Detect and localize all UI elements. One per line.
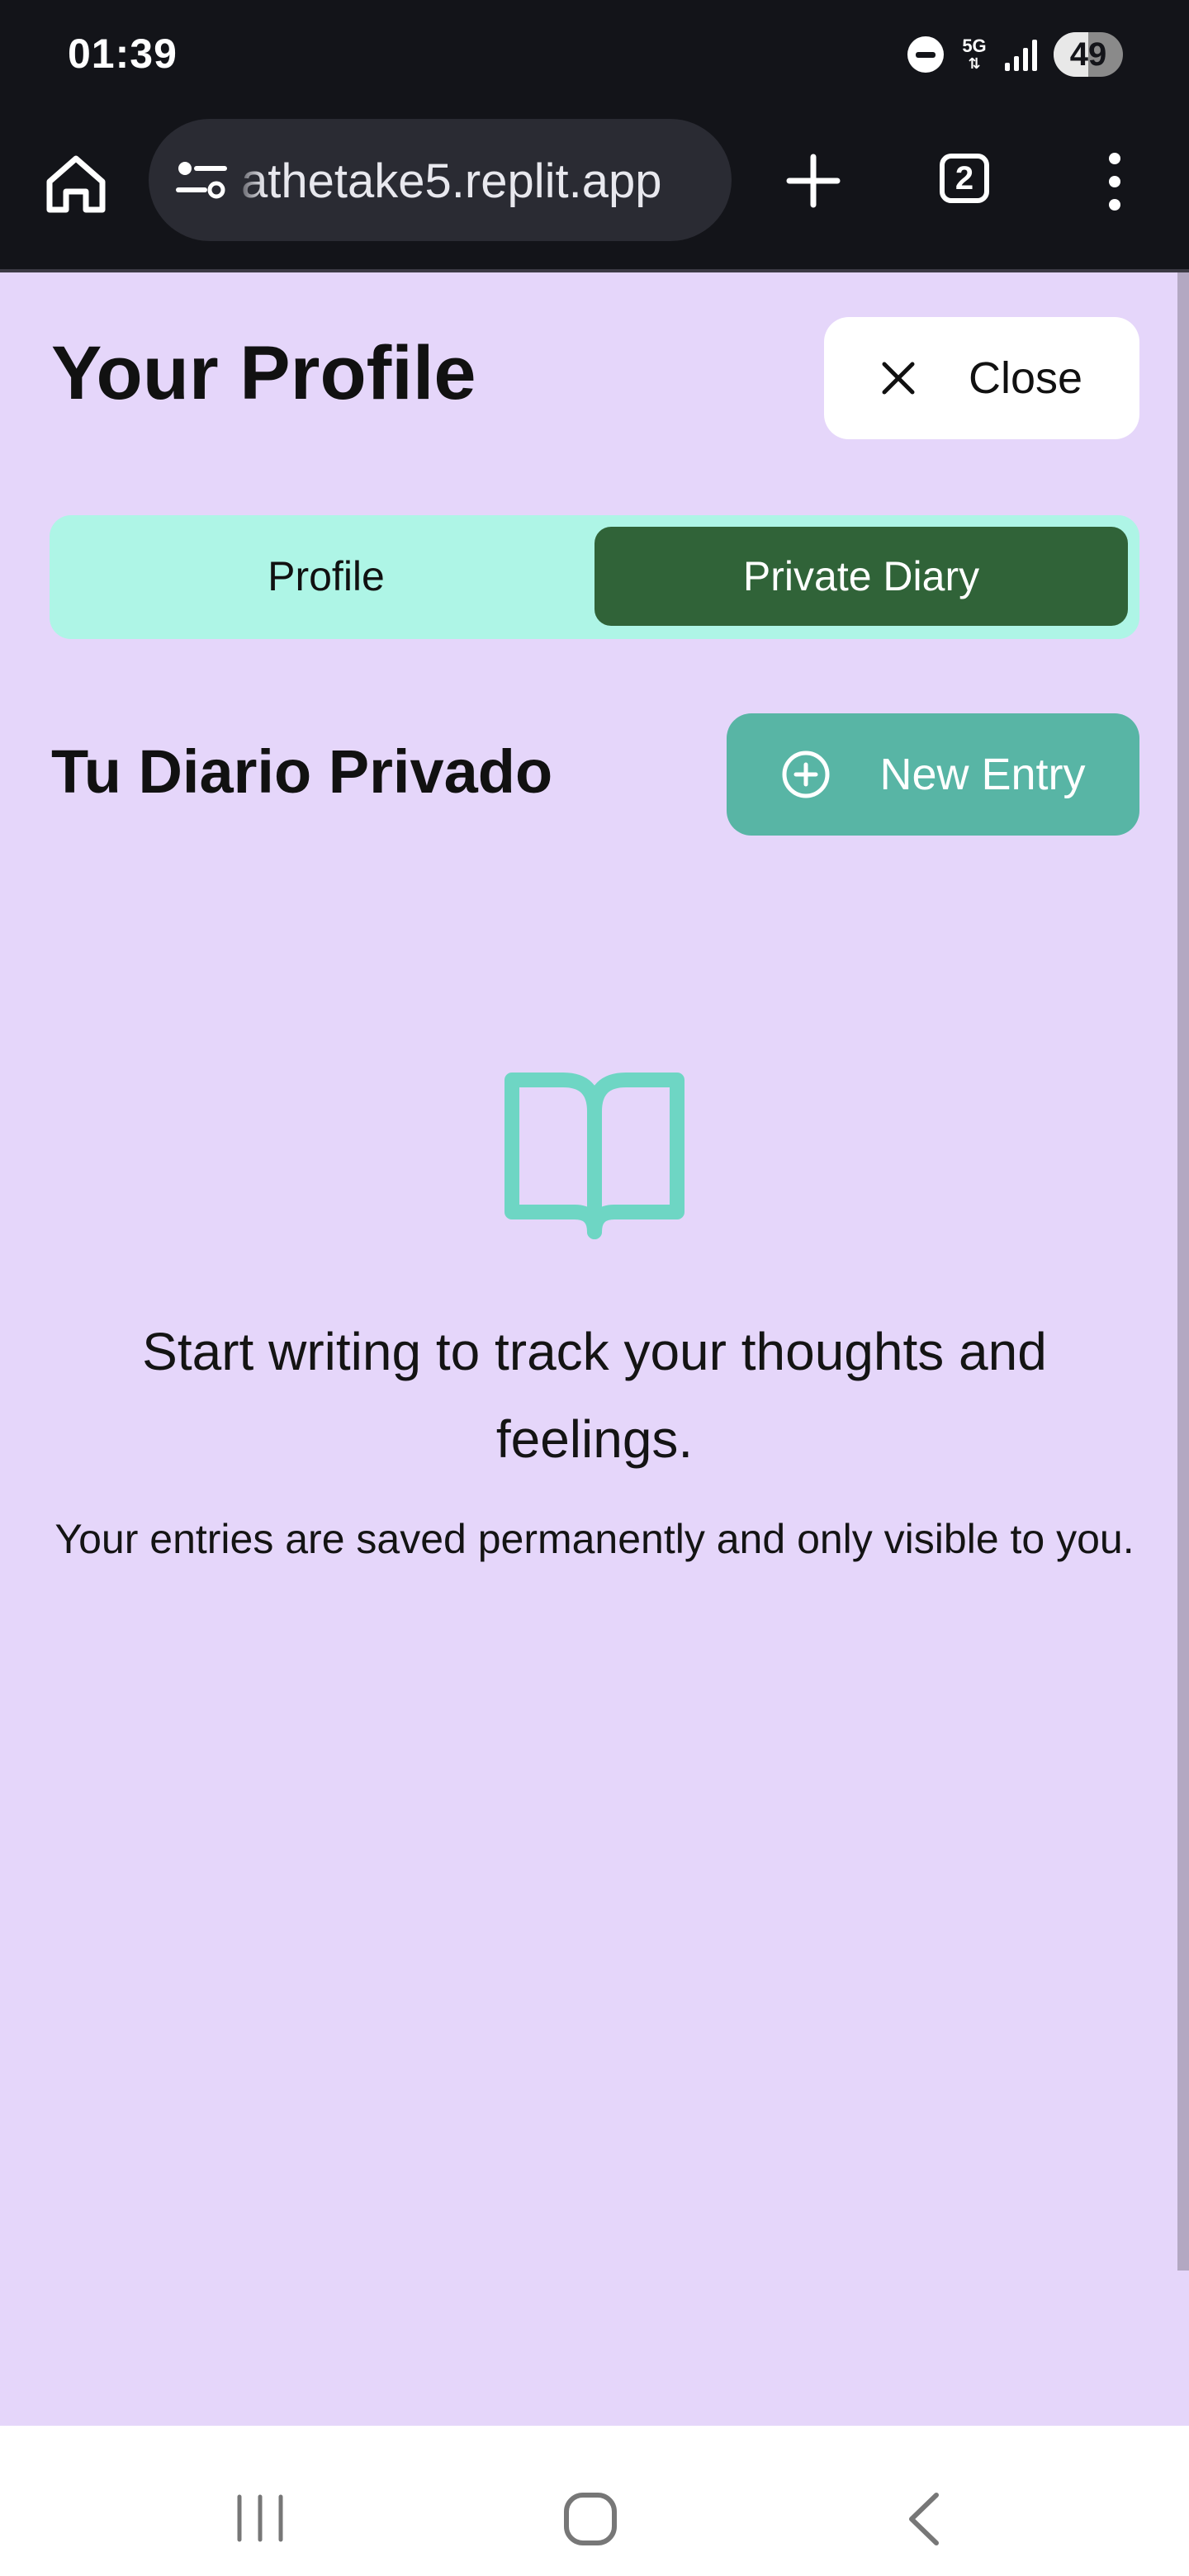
empty-state-subtext: Your entries are saved permanently and o… (54, 1516, 1135, 1562)
plus-circle-icon (782, 751, 830, 798)
address-bar[interactable]: athetake5.replit.app (149, 119, 732, 241)
network-type: 5G ⇅ (962, 35, 987, 72)
status-icons: 5G ⇅ 49 (907, 30, 1123, 79)
site-settings-icon[interactable] (173, 155, 231, 205)
battery-level: 49 (1069, 36, 1107, 73)
page-title: Your Profile (51, 331, 476, 415)
tabs-icon[interactable]: 2 (940, 154, 989, 203)
do-not-disturb-icon (907, 36, 944, 73)
new-entry-label: New Entry (879, 750, 1086, 799)
tab-private-diary[interactable]: Private Diary (594, 527, 1128, 626)
signal-icon (1005, 38, 1037, 71)
status-time: 01:39 (68, 31, 178, 77)
recent-apps-icon[interactable] (231, 2493, 289, 2543)
book-open-icon (504, 1073, 685, 1239)
status-bar: 01:39 5G ⇅ 49 (0, 0, 1189, 114)
browser-toolbar: athetake5.replit.app 2 (0, 114, 1189, 272)
close-button[interactable]: Close (824, 317, 1139, 439)
url-text: athetake5.replit.app (241, 154, 662, 208)
close-label: Close (968, 353, 1083, 403)
diary-title: Tu Diario Privado (51, 737, 553, 806)
more-icon[interactable] (1098, 149, 1131, 215)
new-entry-button[interactable]: New Entry (727, 713, 1139, 836)
profile-tabs: Profile Private Diary (50, 515, 1139, 639)
close-icon (882, 362, 915, 395)
url-fade (231, 119, 264, 241)
scrollbar[interactable] (1177, 272, 1189, 2271)
home-nav-icon[interactable] (561, 2490, 619, 2548)
network-label: 5G (962, 35, 987, 56)
plus-icon[interactable] (784, 152, 842, 210)
empty-state-message: Start writing to track your thoughts and… (142, 1322, 1047, 1469)
tab-profile[interactable]: Profile (61, 527, 591, 626)
tab-count: 2 (955, 159, 974, 197)
system-nav-bar (0, 2426, 1189, 2576)
back-icon[interactable] (900, 2490, 950, 2548)
battery-icon: 49 (1054, 32, 1123, 77)
home-icon[interactable] (41, 149, 111, 218)
